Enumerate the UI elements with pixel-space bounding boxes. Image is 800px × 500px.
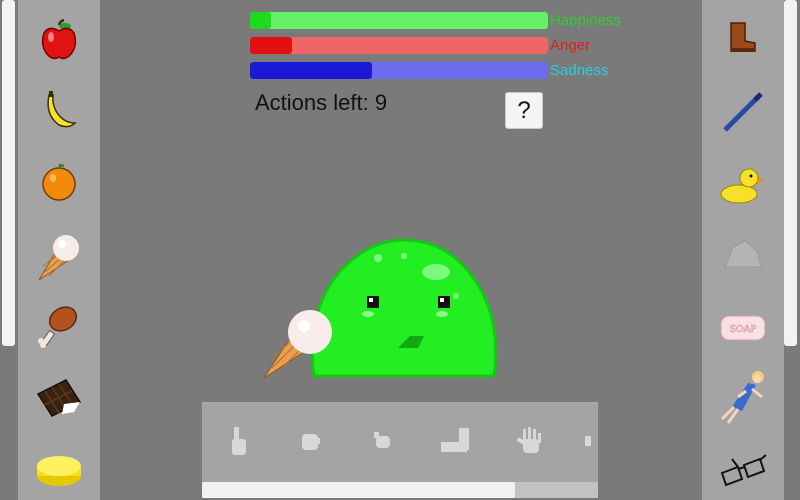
chocolate-slot[interactable] [18,368,100,428]
happiness-meter-fill [250,12,271,29]
food-panel [18,0,100,500]
partial-hand-icon [585,436,591,446]
pinch-hand-button[interactable] [360,418,406,464]
orange-slot[interactable] [18,152,100,212]
svg-text:SOAP: SOAP [730,324,757,335]
slime-left-eye [367,296,379,308]
pinch-hand-icon [374,432,390,448]
sadness-meter-fill [250,62,373,79]
anger-meter-fill [250,37,292,54]
slime-creature[interactable] [306,236,502,382]
actions-left-counter: Actions left: 9 [255,90,388,115]
sadness-label: Sadness [550,62,609,79]
drumstick-slot[interactable] [18,296,100,356]
anger-label: Anger [550,37,591,54]
doll-slot[interactable] [702,368,784,428]
doll-icon [720,371,764,424]
apple-icon [41,19,77,60]
flat-hand-icon [441,428,469,452]
rock-icon [724,240,762,268]
slime-right-eye [438,296,450,308]
flat-hand-button[interactable] [434,418,480,464]
chocolate-bar-icon [36,379,82,417]
partial-hand-button[interactable] [578,418,598,464]
rubber-duck-slot[interactable] [702,156,784,216]
held-ice-cream-icon[interactable] [262,306,334,382]
pen-slot[interactable] [702,82,784,142]
cheese-icon [37,456,81,486]
ice-cream-icon [38,235,79,281]
interaction-tray [202,402,598,482]
tray-scrollbar[interactable] [202,482,598,498]
soap-icon: SOAP [720,315,766,341]
banana-slot[interactable] [18,80,100,140]
cheese-slot[interactable] [18,440,100,500]
help-button[interactable]: ? [505,92,543,129]
happiness-meter [250,12,548,29]
sadness-meter [250,62,548,79]
tray-scrollbar-thumb[interactable] [202,482,515,498]
rubber-duck-icon [720,168,765,204]
grab-hand-icon [302,434,320,450]
happiness-label: Happiness [550,12,621,29]
banana-icon [47,91,77,128]
grab-hand-button[interactable] [288,418,334,464]
anger-meter [250,37,548,54]
boot-slot[interactable] [702,8,784,68]
apple-slot[interactable] [18,10,100,70]
soap-slot[interactable]: SOAP [702,298,784,358]
glasses-icon [720,454,767,487]
glasses-slot[interactable] [702,440,784,500]
pen-icon [723,92,763,132]
object-panel: SOAP [702,0,784,500]
ice-cream-slot[interactable] [18,224,100,284]
open-hand-button[interactable] [508,418,554,464]
pointing-hand-icon [232,427,246,455]
right-scrollbar[interactable] [782,0,800,500]
open-hand-icon [516,427,541,453]
chicken-drumstick-icon [38,306,78,348]
orange-icon [42,163,76,201]
left-scrollbar-thumb[interactable] [2,0,15,346]
right-scrollbar-thumb[interactable] [784,0,797,346]
pointing-hand-button[interactable] [216,418,262,464]
rock-slot[interactable] [702,224,784,284]
boot-icon [730,22,756,52]
left-scrollbar[interactable] [0,0,18,500]
